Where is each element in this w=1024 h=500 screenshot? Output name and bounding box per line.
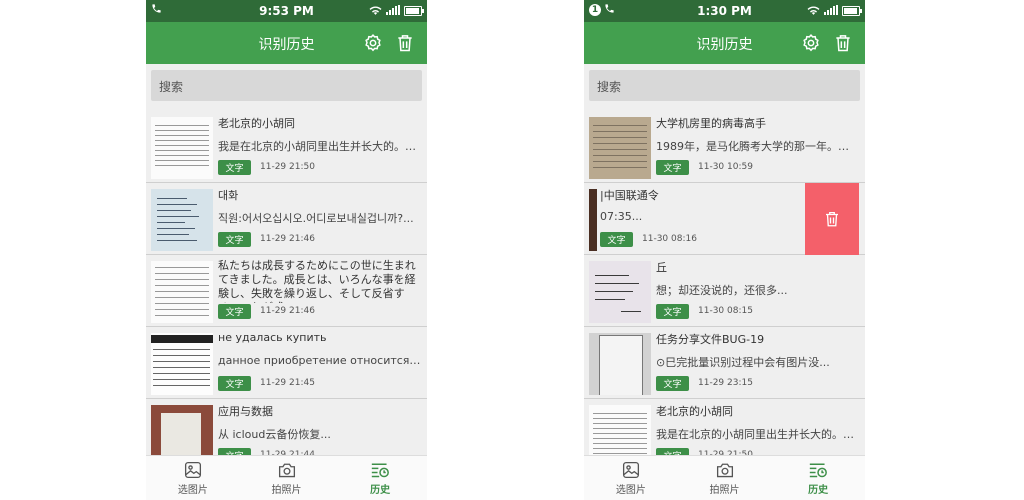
history-list: 大学机房里的病毒高手 1989年，是马化腾考大学的那一年。那年6... 文字 1…	[584, 111, 865, 471]
item-preview: 我是在北京的小胡同里出生并长大的。由于...	[218, 140, 421, 153]
signal-icon	[386, 4, 400, 18]
list-item[interactable]: 老北京的小胡同 我是在北京的小胡同里出生并长大的。由于... 文字 11-29 …	[146, 111, 427, 183]
tab-label: 拍照片	[271, 484, 302, 496]
item-preview: данное приобретение относится к при...	[218, 354, 421, 367]
item-title: 老北京的小胡同	[218, 117, 295, 130]
tab-history[interactable]: 历史	[771, 456, 865, 500]
type-tag: 文字	[656, 304, 689, 319]
wifi-icon	[807, 4, 820, 18]
item-title: 丘	[656, 261, 667, 274]
settings-gear-icon[interactable]	[801, 33, 821, 53]
list-item[interactable]: 大学机房里的病毒高手 1989年，是马化腾考大学的那一年。那年6... 文字 1…	[584, 111, 865, 183]
list-item[interactable]: 丘 想；却还没说的，还很多... 文字 11-30 08:15	[584, 255, 865, 327]
thumbnail-image	[589, 117, 651, 179]
trash-icon	[826, 211, 838, 227]
battery-icon	[842, 6, 862, 16]
search-placeholder: 搜索	[597, 80, 622, 94]
item-title: 대화	[218, 189, 239, 202]
item-preview: ⊙巳完批量识别过程中会有图片没...	[656, 356, 830, 369]
item-timestamp: 11-30 08:15	[698, 306, 753, 316]
phone-screen-left: 9:53 PM 识别历史 搜索 老北京的小胡同 我是在北京的小胡同里出生并长大的…	[146, 0, 427, 500]
search-placeholder: 搜索	[159, 80, 184, 94]
item-title: 私たちは成長するためにこの世に生まれてきました。成長とは、いろんな事を経験し、失…	[218, 259, 416, 303]
tab-label: 选图片	[615, 484, 646, 496]
item-timestamp: 11-29 23:15	[698, 378, 753, 388]
type-tag: 文字	[218, 304, 251, 319]
tab-label: 历史	[370, 484, 391, 496]
trash-icon[interactable]	[395, 33, 415, 53]
tab-take-photo[interactable]: 拍照片	[240, 456, 334, 500]
page-title: 识别历史	[696, 37, 753, 53]
item-preview: 我是在北京的小胡同里出生并长大的。由于...	[656, 428, 859, 441]
search-input[interactable]: 搜索	[151, 70, 422, 101]
history-list-clock-icon	[809, 463, 828, 477]
type-tag: 文字	[656, 376, 689, 391]
item-title: 大学机房里的病毒高手	[656, 117, 766, 130]
item-preview: 07:35...	[600, 210, 643, 223]
tab-label: 历史	[808, 484, 829, 496]
type-tag: 文字	[218, 376, 251, 391]
item-preview: 想；却还没说的，还很多...	[656, 284, 788, 297]
item-timestamp: 11-30 08:16	[642, 234, 697, 244]
camera-icon	[716, 463, 733, 477]
list-item[interactable]: 私たちは成長するためにこの世に生まれてきました。成長とは、いろんな事を経験し、失…	[146, 255, 427, 327]
type-tag: 文字	[656, 160, 689, 175]
item-preview: 직원:어서오십시오.어디로보내실겁니까?...	[218, 212, 414, 225]
settings-gear-icon[interactable]	[363, 33, 383, 53]
thumbnail-image	[151, 117, 213, 179]
type-tag: 文字	[600, 232, 633, 247]
history-list-clock-icon	[371, 463, 390, 477]
list-item[interactable]: 대화 직원:어서오십시오.어디로보내실겁니까?... 文字 11-29 21:4…	[146, 183, 427, 255]
list-item-swiped[interactable]: |中国联通令 07:35... 文字 11-30 08:16	[584, 183, 865, 255]
image-icon	[184, 461, 201, 478]
list-item[interactable]: 任务分享文件BUG-19 ⊙巳完批量识别过程中会有图片没... 文字 11-29…	[584, 327, 865, 399]
status-bar: 1 1:30 PM	[584, 0, 865, 22]
thumbnail-image	[589, 333, 651, 395]
thumbnail-image	[151, 189, 213, 251]
list-item[interactable]: не удалась купить данное приобретение от…	[146, 327, 427, 399]
item-timestamp: 11-29 21:46	[260, 234, 315, 244]
tab-history[interactable]: 历史	[333, 456, 427, 500]
tab-choose-image[interactable]: 选图片	[584, 456, 678, 500]
phone-screen-right: 1 1:30 PM 识别历史 搜索 大学机房里的病毒高手 1989年，是马化腾考…	[584, 0, 865, 500]
bottom-tab-bar: 选图片 拍照片 历史	[146, 455, 427, 500]
item-timestamp: 11-29 21:46	[260, 306, 315, 316]
image-icon	[622, 461, 639, 478]
type-tag: 文字	[218, 160, 251, 175]
item-timestamp: 11-30 10:59	[698, 162, 753, 172]
bottom-tab-bar: 选图片 拍照片 历史	[584, 455, 865, 500]
tab-label: 拍照片	[709, 484, 740, 496]
tab-label: 选图片	[177, 484, 208, 496]
item-timestamp: 11-29 21:45	[260, 378, 315, 388]
item-title: 老北京的小胡同	[656, 405, 733, 418]
signal-icon	[824, 4, 838, 18]
wifi-icon	[369, 4, 382, 18]
status-bar: 9:53 PM	[146, 0, 427, 22]
item-preview: 1989年，是马化腾考大学的那一年。那年6...	[656, 140, 859, 153]
app-bar: 识别历史	[146, 22, 427, 64]
item-preview: 从 icloud云备份恢复...	[218, 428, 331, 441]
thumbnail-image	[589, 189, 597, 251]
tab-choose-image[interactable]: 选图片	[146, 456, 240, 500]
battery-icon	[404, 6, 424, 16]
item-timestamp: 11-29 21:50	[260, 162, 315, 172]
item-title: 任务分享文件BUG-19	[656, 333, 765, 346]
app-bar: 识别历史	[584, 22, 865, 64]
thumbnail-image	[151, 333, 213, 395]
trash-icon[interactable]	[833, 33, 853, 53]
tab-take-photo[interactable]: 拍照片	[678, 456, 772, 500]
camera-icon	[278, 463, 295, 477]
delete-button[interactable]	[805, 183, 859, 255]
search-input[interactable]: 搜索	[589, 70, 860, 101]
thumbnail-image	[589, 261, 651, 323]
page-title: 识别历史	[258, 37, 315, 53]
item-title: 应用与数据	[218, 405, 273, 418]
history-list: 老北京的小胡同 我是在北京的小胡同里出生并长大的。由于... 文字 11-29 …	[146, 111, 427, 471]
type-tag: 文字	[218, 232, 251, 247]
item-title: не удалась купить	[218, 331, 327, 344]
thumbnail-image	[151, 261, 213, 323]
